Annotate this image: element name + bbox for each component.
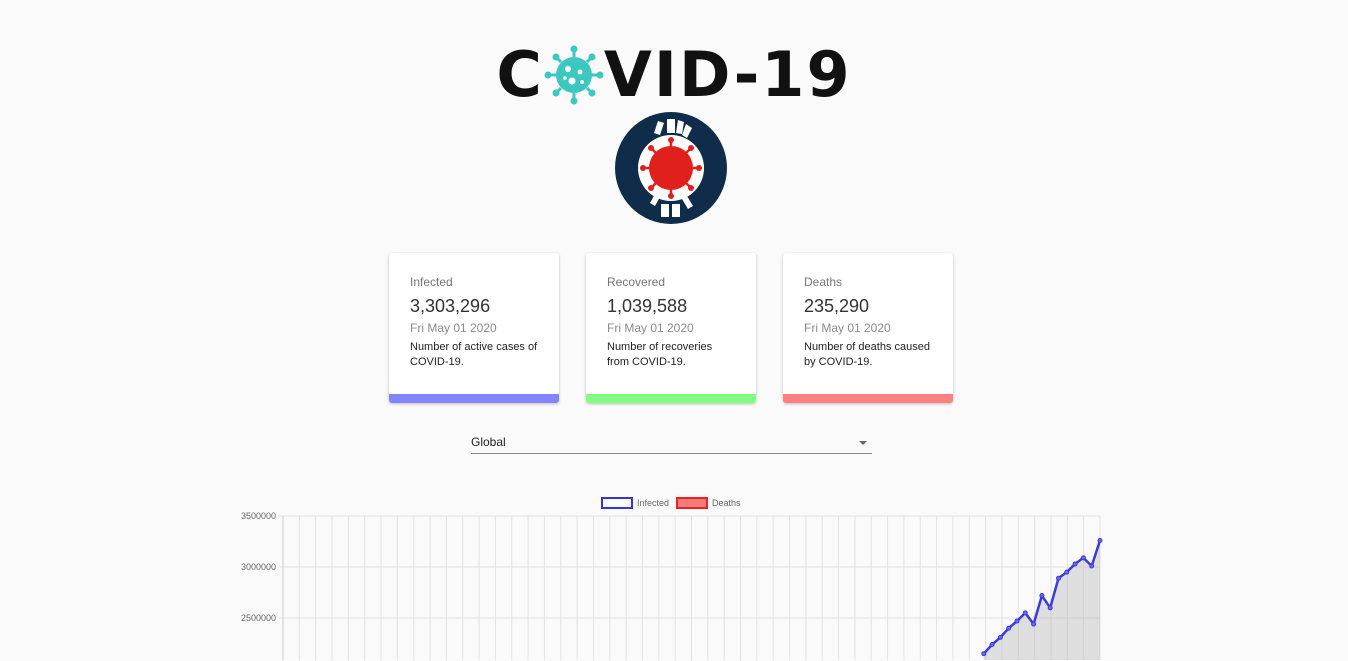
- card-value: 1,039,588: [607, 296, 688, 316]
- y-tick-label: 3500000: [241, 511, 276, 521]
- infected-card: Infected 3,303,296 Fri May 01 2020 Numbe…: [389, 253, 559, 403]
- card-color-bar: [586, 394, 756, 403]
- stats-cards: Infected 3,303,296 Fri May 01 2020 Numbe…: [389, 253, 953, 403]
- card-color-bar: [389, 394, 559, 403]
- card-date: Fri May 01 2020: [410, 321, 497, 335]
- card-date: Fri May 01 2020: [607, 321, 694, 335]
- card-color-bar: [783, 394, 953, 403]
- coronavirus-icon: [544, 45, 604, 105]
- infected-point: [1072, 561, 1078, 567]
- infected-point: [1031, 621, 1037, 627]
- country-select[interactable]: Global: [471, 432, 872, 454]
- y-tick-label: 3000000: [241, 562, 276, 572]
- infected-point: [989, 642, 995, 648]
- card-description: Number of recoveries from COVID-19.: [607, 341, 713, 368]
- y-tick-label: 2500000: [241, 613, 276, 623]
- card-label: Deaths: [804, 275, 843, 289]
- card-date: Fri May 01 2020: [804, 321, 891, 335]
- infected-point: [1080, 555, 1086, 561]
- legend-swatch: [676, 497, 708, 509]
- card-description: Number of active cases of COVID-19.: [410, 341, 538, 368]
- infected-point: [1064, 569, 1070, 575]
- country-select-value: Global: [471, 435, 506, 449]
- infected-point: [1047, 605, 1053, 611]
- card-value: 3,303,296: [410, 296, 491, 316]
- cases-chart: 3500000 3000000 2500000 Infected Deaths: [230, 490, 1110, 660]
- infected-point: [1056, 575, 1061, 581]
- card-value: 235,290: [804, 296, 870, 316]
- legend-swatch: [601, 497, 633, 509]
- infected-point: [1089, 563, 1095, 569]
- legend-label: Deaths: [712, 498, 741, 508]
- card-description: Number of deaths caused by COVID-19.: [804, 341, 930, 368]
- infected-point: [1014, 618, 1020, 624]
- infected-point: [1097, 537, 1103, 543]
- deaths-card: Deaths 235,290 Fri May 01 2020 Number of…: [783, 253, 953, 403]
- chart-canvas: 3500000 3000000 2500000 Infected Deaths: [241, 497, 1103, 660]
- stay-home-badge: [615, 112, 727, 224]
- infected-point: [1022, 610, 1028, 616]
- title-prefix: C: [496, 38, 544, 111]
- app-header: C VID-19: [0, 40, 1348, 110]
- recovered-card: Recovered 1,039,588 Fri May 01 2020 Numb…: [586, 253, 756, 403]
- infected-point: [997, 634, 1003, 640]
- card-label: Infected: [410, 275, 453, 289]
- infected-point: [1006, 625, 1012, 631]
- infected-point: [1039, 593, 1045, 599]
- legend-label: Infected: [637, 498, 669, 508]
- card-label: Recovered: [607, 275, 666, 289]
- covid-19-logo: C VID-19: [496, 40, 851, 110]
- infected-point: [981, 651, 987, 657]
- title-suffix: VID-19: [603, 38, 852, 111]
- chevron-down-icon[interactable]: [859, 441, 867, 445]
